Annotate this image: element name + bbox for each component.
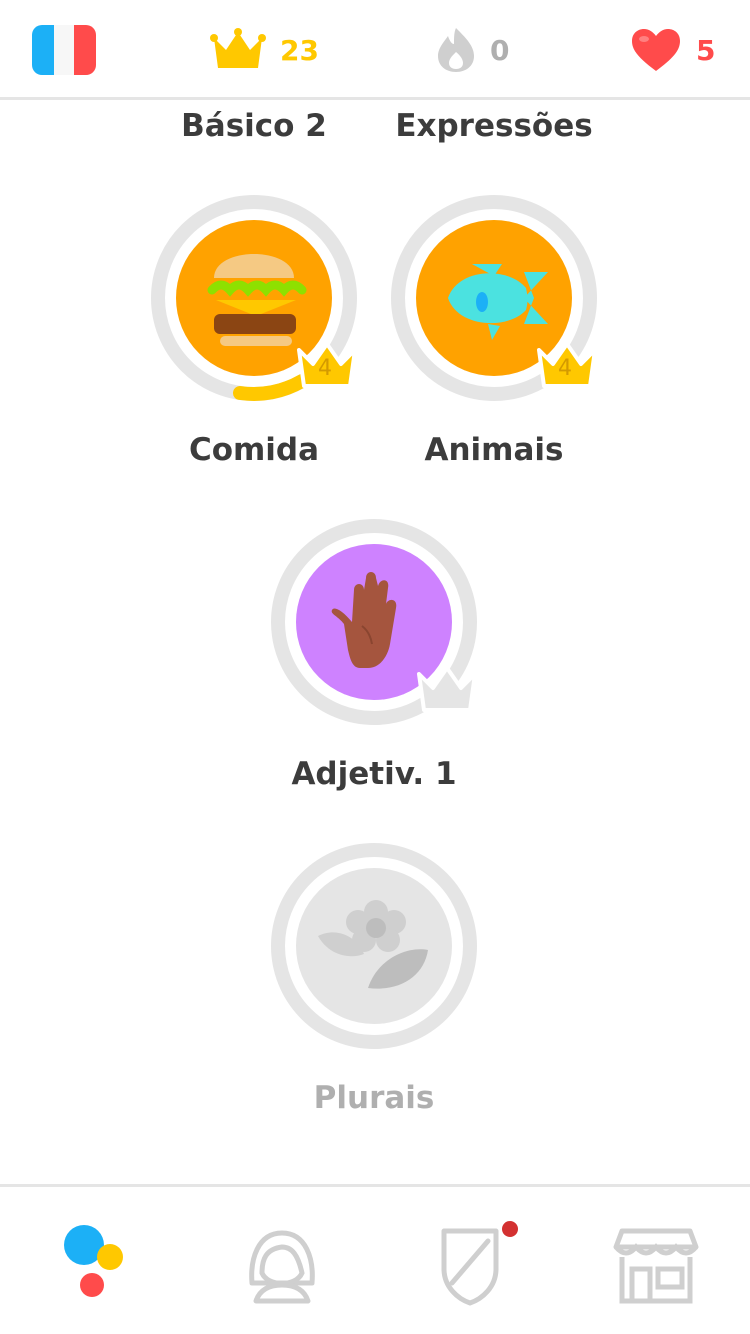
crowns-count: 23: [280, 33, 319, 67]
hearts-counter[interactable]: 5: [630, 22, 715, 78]
streak-count: 0: [490, 33, 510, 67]
profile-tab[interactable]: [232, 1217, 332, 1307]
french-flag-icon: [32, 25, 96, 75]
hearts-count: 5: [696, 33, 716, 67]
skill-label-comida[interactable]: Comida: [189, 432, 319, 468]
burger-icon: [207, 254, 307, 346]
skill-plurais[interactable]: [268, 842, 488, 1062]
skill-adjetiv-1[interactable]: [268, 518, 488, 738]
skill-label-plurais[interactable]: Plurais: [314, 1080, 435, 1116]
notification-dot: [502, 1221, 518, 1237]
crown-level-badge-empty: [417, 666, 477, 712]
language-flag-button[interactable]: [32, 22, 96, 78]
bottom-nav: [0, 1184, 750, 1334]
profile-icon: [249, 1230, 315, 1304]
skill-comida[interactable]: 4: [148, 194, 368, 414]
skill-progress-ring: [271, 843, 477, 1049]
heart-icon: [632, 29, 680, 71]
shop-tab[interactable]: [606, 1217, 706, 1307]
learn-tab[interactable]: [44, 1217, 144, 1307]
learn-dots-icon: [64, 1225, 123, 1297]
streak-flame-icon: [438, 28, 474, 72]
crown-level-number: 4: [318, 356, 332, 381]
shop-icon: [613, 1228, 699, 1304]
crowns-counter[interactable]: 23: [210, 22, 319, 78]
crown-icon: [210, 28, 266, 68]
skill-label-animais[interactable]: Animais: [425, 432, 564, 468]
leagues-tab[interactable]: [430, 1217, 530, 1307]
status-bar: 23 0 5: [0, 0, 750, 100]
crown-level-number: 4: [558, 356, 572, 381]
skill-label-expressoes[interactable]: Expressões: [395, 108, 592, 144]
skill-label-basico-2[interactable]: Básico 2: [181, 108, 327, 144]
streak-counter[interactable]: 0: [436, 22, 509, 78]
skill-animais[interactable]: 4: [388, 194, 608, 414]
skill-label-adjetiv-1[interactable]: Adjetiv. 1: [291, 756, 456, 792]
